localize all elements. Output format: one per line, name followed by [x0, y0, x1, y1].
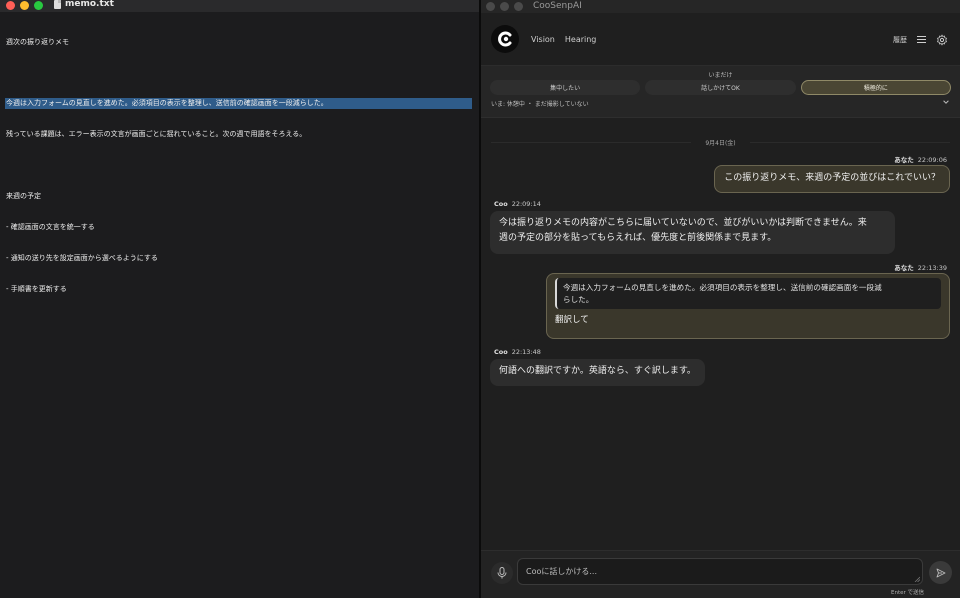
sender-name: Coo [494, 200, 508, 208]
message-time: 22:13:39 [917, 264, 947, 272]
editor-line[interactable]: - 通知の送り先を設定画面から選べるようにする [6, 253, 473, 263]
send-hint: Enter で送信 [890, 590, 924, 596]
quote-line: らした。 [563, 294, 594, 304]
message-meta: あなた 22:09:06 [894, 154, 947, 164]
editor-line[interactable]: - 確認画面の文言を統一する [6, 222, 473, 232]
message-text: 何語への翻訳ですか。英語なら、すぐ訳します。 [499, 366, 696, 376]
zoom-window-button[interactable] [34, 1, 43, 10]
header-actions: 履歴 [893, 13, 948, 66]
app-window: CooSenpAI Vision Hearing 履歴 いまだけ 集中したい 話… [481, 0, 960, 598]
send-button[interactable] [929, 561, 952, 584]
editor-line-selected[interactable]: 今週は入力フォームの見直しを進めた。必須項目の表示を整理し、送信前の確認画面を一… [5, 98, 472, 109]
sender-name: あなた [894, 156, 914, 164]
sender-name: Coo [494, 348, 508, 356]
app-logo [491, 25, 519, 53]
chat-area[interactable]: 9月4日(金) あなた 22:09:06 この振り返りメモ、来週の予定の並びはこれ… [481, 119, 960, 550]
input-bar: Cooに話しかける... Enter で送信 [481, 550, 960, 598]
app-window-controls [486, 2, 523, 11]
message-time: 22:13:48 [511, 348, 541, 356]
mode-caption: いまだけ [708, 72, 733, 79]
tab-hearing[interactable]: Hearing [565, 35, 597, 44]
sender-name: あなた [894, 264, 914, 272]
assistant-message-bubble: 何語への翻訳ですか。英語なら、すぐ訳します。 [490, 359, 705, 386]
input-placeholder: Cooに話しかける... [526, 567, 598, 576]
app-titlebar: CooSenpAI [481, 0, 960, 13]
tab-vision[interactable]: Vision [531, 35, 555, 44]
close-window-button[interactable] [6, 1, 15, 10]
mode-proactive-button[interactable]: 積極的に [800, 80, 951, 95]
file-name: memo.txt [65, 0, 114, 9]
editor-line[interactable] [6, 160, 473, 170]
status-row[interactable]: いま: 休憩中 ・ まだ撮影していない [481, 95, 960, 108]
quote-line: 今週は入力フォームの見直しを進めた。必須項目の表示を整理し、送信前の確認画面を一… [563, 283, 882, 292]
editor-line[interactable]: - 手順書を更新する [6, 284, 473, 294]
minimize-window-button[interactable] [500, 2, 509, 11]
mode-talk-ok-button[interactable]: 話しかけてOK [645, 80, 796, 95]
minimize-window-button[interactable] [20, 1, 29, 10]
app-header: Vision Hearing 履歴 [481, 13, 960, 66]
message-meta: Coo 22:09:14 [494, 200, 541, 208]
editor-line[interactable]: 残っている課題は、エラー表示の文言が画面ごとに揺れていること。次の週で用語をそろ… [6, 129, 473, 139]
user-message-bubble: 今週は入力フォームの見直しを進めた。必須項目の表示を整理し、送信前の確認画面を一… [546, 273, 950, 339]
text-editor-area[interactable]: 週次の振り返りメモ 今週は入力フォームの見直しを進めた。必須項目の表示を整理し、… [0, 12, 479, 319]
editor-window: memo.txt 週次の振り返りメモ 今週は入力フォームの見直しを進めた。必須項… [0, 0, 479, 598]
coo-logo-icon [498, 31, 512, 47]
message-text-line: 今は振り返りメモの内容がこちらに届いていないので、並びがいいかは判断できません。… [499, 218, 867, 228]
date-separator: 9月4日(金) [481, 138, 960, 147]
file-title: memo.txt [54, 0, 114, 9]
editor-line[interactable]: 週次の振り返りメモ [6, 37, 473, 47]
microphone-icon [497, 567, 507, 579]
message-meta: Coo 22:13:48 [494, 348, 541, 356]
editor-line[interactable]: 来週の予定 [6, 191, 473, 201]
message-input[interactable]: Cooに話しかける... [517, 558, 923, 585]
message-text: この振り返りメモ、来週の予定の並びはこれでいい？ [724, 173, 940, 183]
editor-line[interactable] [6, 67, 473, 77]
status-text: いま: 休憩中 ・ まだ撮影していない [491, 101, 589, 108]
mode-focus-button[interactable]: 集中したい [490, 80, 641, 95]
quoted-text: 今週は入力フォームの見直しを進めた。必須項目の表示を整理し、送信前の確認画面を一… [555, 278, 941, 309]
menu-icon[interactable] [917, 36, 926, 43]
resize-grip-icon[interactable] [914, 576, 920, 582]
assistant-message-bubble: 今は振り返りメモの内容がこちらに届いていないので、並びがいいかは判断できません。… [490, 211, 895, 254]
message-time: 22:09:14 [511, 200, 541, 208]
send-icon [936, 568, 945, 577]
editor-titlebar: memo.txt [0, 0, 479, 12]
message-meta: あなた 22:13:39 [894, 262, 947, 272]
close-window-button[interactable] [486, 2, 495, 11]
history-button[interactable]: 履歴 [893, 35, 907, 45]
message-time: 22:09:06 [917, 156, 947, 164]
user-message-bubble: この振り返りメモ、来週の予定の並びはこれでいい？ [714, 165, 950, 193]
zoom-window-button[interactable] [514, 2, 523, 11]
app-title: CooSenpAI [533, 1, 582, 11]
message-text: 翻訳して [555, 315, 589, 325]
document-icon [54, 0, 61, 9]
chevron-down-icon[interactable] [942, 98, 950, 106]
gear-icon[interactable] [936, 34, 948, 46]
microphone-button[interactable] [491, 562, 513, 584]
mode-selector: 集中したい 話しかけてOK 積極的に [481, 80, 960, 95]
window-controls [6, 1, 43, 10]
message-text-line: 週の予定の部分を貼ってもらえれば、優先度と前後関係まで見ます。 [499, 233, 777, 243]
mode-panel: いまだけ 集中したい 話しかけてOK 積極的に いま: 休憩中 ・ まだ撮影して… [481, 66, 960, 118]
